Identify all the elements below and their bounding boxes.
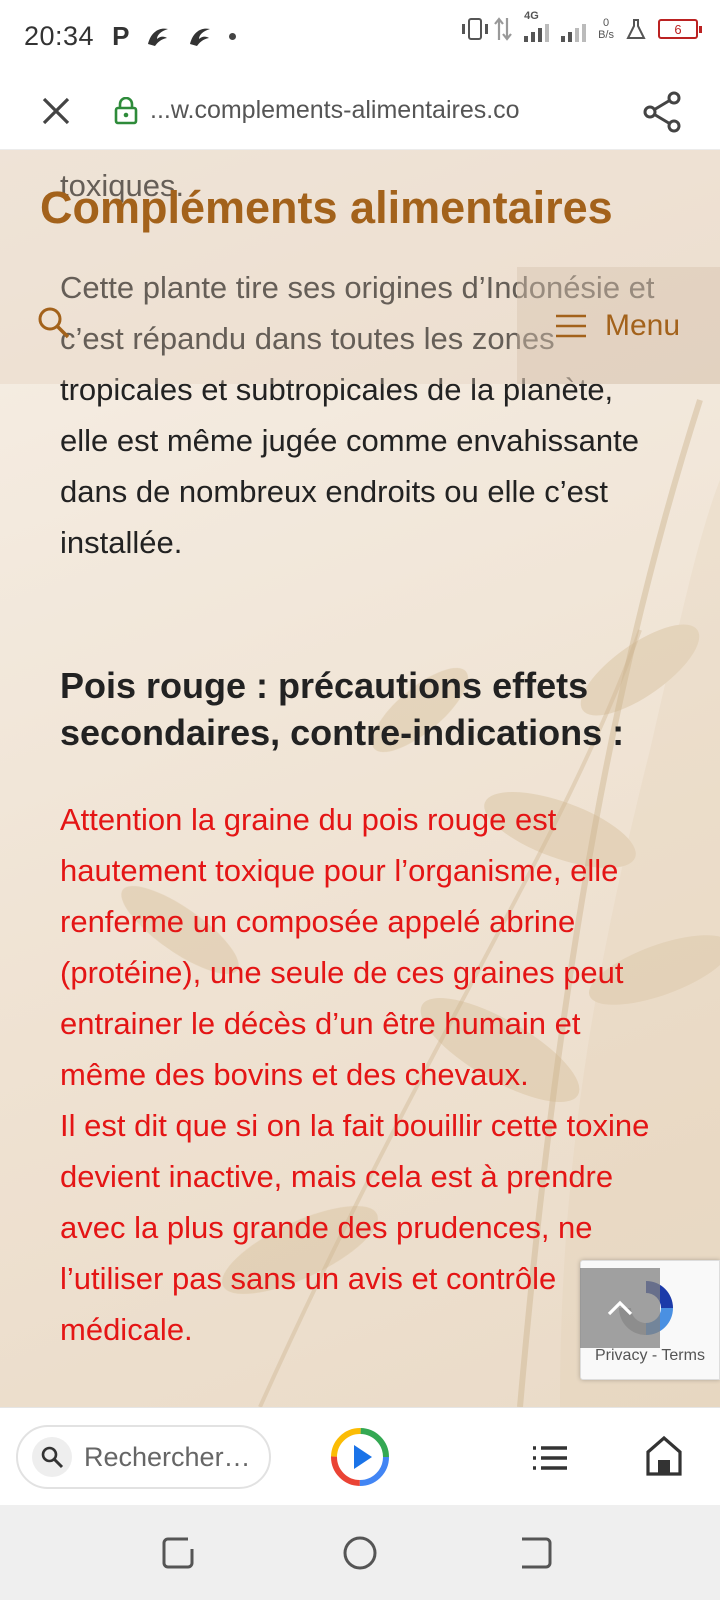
search-icon-circle bbox=[32, 1437, 72, 1477]
back-icon bbox=[522, 1537, 552, 1569]
network-speed-unit: B/s bbox=[598, 29, 614, 41]
back-nav-button[interactable] bbox=[516, 1533, 556, 1573]
hamburger-menu-icon bbox=[556, 314, 586, 337]
more-notifications-dot-icon bbox=[229, 32, 237, 40]
system-navigation-bar bbox=[0, 1505, 720, 1600]
network-type-label: 4G bbox=[524, 10, 539, 22]
url-bar[interactable]: ...w.complements-alimentaires.co bbox=[150, 96, 520, 125]
recaptcha-terms-link[interactable]: Terms bbox=[661, 1347, 705, 1364]
site-search-button[interactable] bbox=[36, 305, 72, 341]
data-transfer-icon bbox=[494, 17, 512, 41]
chevron-up-icon bbox=[607, 1300, 633, 1316]
warning-paragraph-2: Il est dit que si on la fait bouillir ce… bbox=[60, 1108, 650, 1347]
lock-icon bbox=[114, 96, 138, 124]
section-heading-wrap: Pois rouge : précautions effets secondai… bbox=[60, 662, 660, 756]
menu-label: Menu bbox=[605, 308, 681, 342]
close-tab-button[interactable] bbox=[26, 81, 86, 141]
browser-bottom-bar: Rechercher… bbox=[0, 1407, 720, 1505]
play-button[interactable] bbox=[330, 1427, 390, 1487]
battery-level: 6 bbox=[674, 21, 682, 37]
status-bar: 20:34 P 4G 0 B/s 6 bbox=[0, 0, 720, 72]
system-icons: 4G 0 B/s 6 bbox=[462, 10, 702, 42]
close-icon bbox=[42, 97, 70, 124]
search-icon bbox=[41, 1446, 64, 1469]
parking-app-icon: P bbox=[112, 20, 130, 51]
play-circle-icon bbox=[331, 1428, 389, 1486]
menu-button[interactable]: Menu bbox=[517, 267, 720, 384]
share-button[interactable] bbox=[636, 86, 688, 138]
home-nav-button[interactable] bbox=[340, 1533, 380, 1573]
browser-toolbar: ...w.complements-alimentaires.co bbox=[0, 72, 720, 150]
vibrate-icon bbox=[462, 18, 489, 40]
notification-icons: P bbox=[112, 20, 237, 52]
flask-icon bbox=[626, 19, 646, 39]
battery-icon: 6 bbox=[658, 19, 702, 39]
recaptcha-privacy-link[interactable]: Privacy bbox=[595, 1347, 647, 1364]
app-notification-icon bbox=[148, 28, 169, 46]
network-speed: 0 B/s bbox=[598, 17, 614, 41]
recaptcha-separator: - bbox=[647, 1347, 662, 1364]
warning-block: Attention la graine du pois rouge est ha… bbox=[60, 794, 660, 1355]
warning-paragraph-1: Attention la graine du pois rouge est ha… bbox=[60, 802, 624, 1092]
signal-4g-icon: 4G bbox=[524, 10, 550, 42]
scroll-to-top-button[interactable] bbox=[580, 1268, 660, 1348]
section-heading: Pois rouge : précautions effets secondai… bbox=[60, 665, 625, 753]
web-page[interactable]: toxiques. Cette plante tire ses origines… bbox=[0, 150, 720, 1407]
bottom-search-field[interactable]: Rechercher… bbox=[16, 1425, 271, 1489]
share-icon bbox=[643, 91, 681, 133]
site-header: Compléments alimentaires Menu bbox=[0, 150, 720, 384]
recent-apps-button[interactable] bbox=[160, 1533, 200, 1573]
app-notification-icon bbox=[190, 28, 211, 46]
site-title[interactable]: Compléments alimentaires bbox=[40, 182, 613, 234]
search-icon bbox=[38, 307, 70, 339]
home-button[interactable] bbox=[644, 1432, 684, 1478]
recaptcha-links: Privacy - Terms bbox=[595, 1347, 705, 1365]
tabs-list-button[interactable] bbox=[530, 1438, 570, 1478]
network-speed-value: 0 bbox=[602, 17, 610, 29]
home-icon bbox=[646, 1435, 682, 1476]
status-time: 20:34 bbox=[24, 20, 95, 51]
list-icon bbox=[533, 1446, 567, 1470]
recent-apps-icon bbox=[162, 1537, 194, 1569]
circle-home-icon bbox=[343, 1536, 377, 1570]
signal-icon bbox=[561, 16, 587, 42]
search-placeholder: Rechercher… bbox=[84, 1441, 251, 1472]
